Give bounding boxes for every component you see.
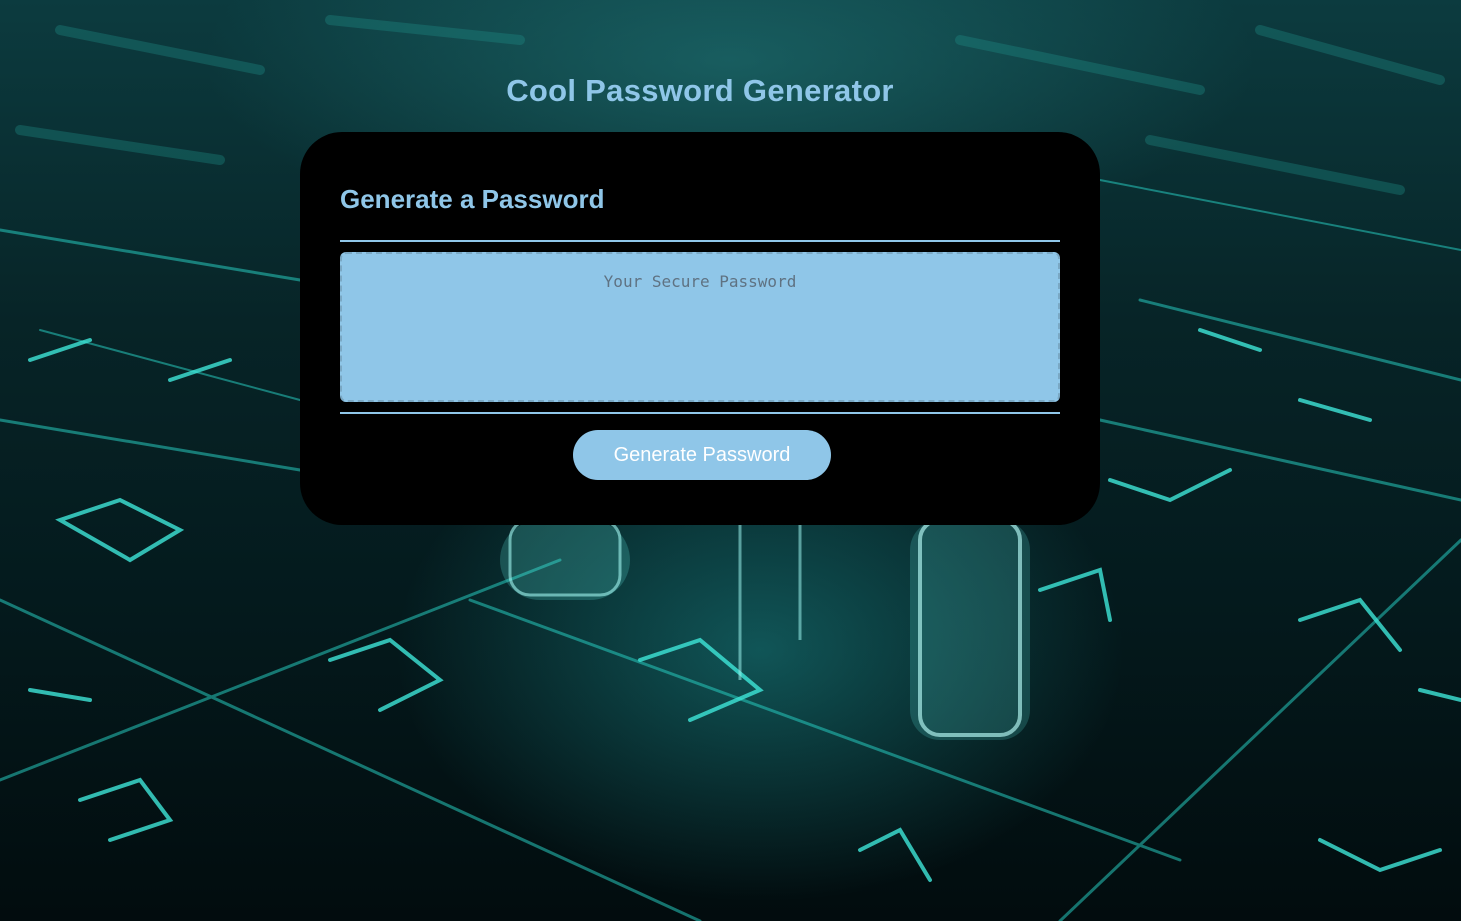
- card-header: Generate a Password: [340, 184, 605, 214]
- card-divider-top: [340, 240, 1060, 242]
- password-card: Generate a Password Generate Password: [300, 132, 1100, 525]
- card-divider-bottom: [340, 412, 1060, 414]
- page-title: Cool Password Generator: [506, 72, 894, 108]
- password-output[interactable]: [340, 252, 1060, 402]
- generate-password-button[interactable]: Generate Password: [573, 430, 831, 480]
